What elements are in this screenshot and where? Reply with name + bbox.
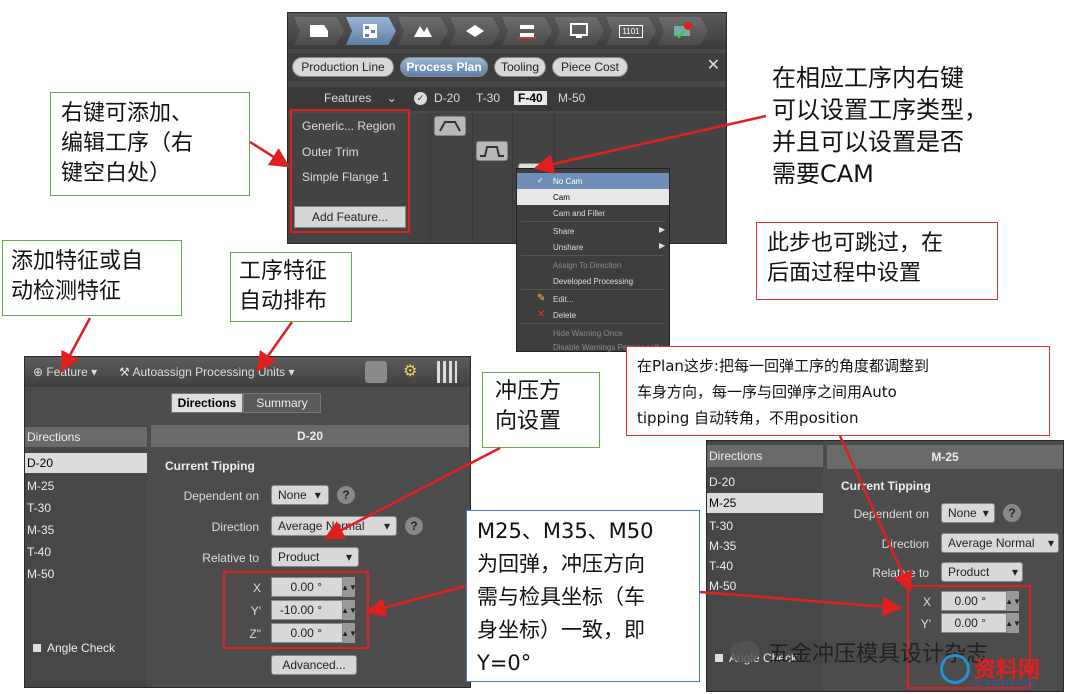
arrow bbox=[256, 321, 294, 373]
arrow bbox=[699, 590, 903, 617]
arrow bbox=[838, 435, 912, 593]
arrow bbox=[249, 140, 291, 168]
annotation-arrows bbox=[60, 114, 912, 618]
arrow bbox=[533, 114, 767, 174]
arrow bbox=[365, 584, 467, 618]
arrow bbox=[60, 317, 92, 373]
arrow bbox=[323, 446, 501, 540]
